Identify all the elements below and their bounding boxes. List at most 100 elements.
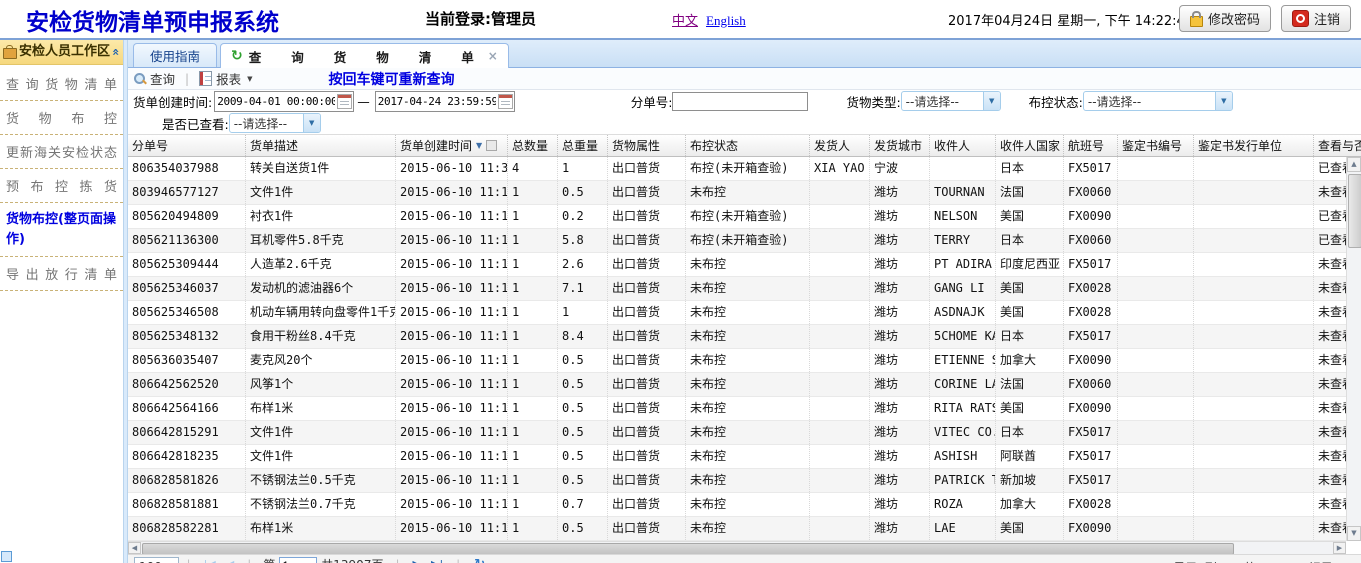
column-header[interactable]: 分单号	[128, 135, 246, 156]
table-cell: ROZA	[930, 493, 996, 516]
next-page-icon[interactable]: ▶	[413, 557, 421, 563]
close-tab-icon[interactable]: ×	[488, 49, 498, 63]
table-cell: ETIENNE ST	[930, 349, 996, 372]
cargo-type-select[interactable]: --请选择-- ▼	[901, 91, 1001, 111]
created-from-input[interactable]	[215, 93, 337, 110]
table-cell: 0.7	[558, 493, 608, 516]
column-header[interactable]: 货单创建时间▼	[396, 135, 508, 156]
column-menu-icon[interactable]	[486, 140, 497, 151]
select-arrow-icon: ▼	[1215, 92, 1232, 110]
column-header[interactable]: 总数量	[508, 135, 558, 156]
vertical-scrollbar[interactable]: ▲ ▼	[1346, 157, 1361, 541]
sidebar-header[interactable]: 安检人员工作区 «	[0, 40, 123, 65]
filter-row-2: 是否已查看: --请选择-- ▼	[128, 112, 1361, 134]
table-row[interactable]: 805625309444人造革2.6千克2015-06-10 11:18:361…	[128, 253, 1361, 277]
table-row[interactable]: 806828582281布样1米2015-06-10 11:18:3610.5出…	[128, 517, 1361, 541]
change-password-button[interactable]: 修改密码	[1179, 5, 1271, 32]
scroll-right-icon[interactable]: ▶	[1333, 542, 1346, 554]
scroll-down-icon[interactable]: ▼	[1347, 526, 1361, 541]
logout-button[interactable]: 注销	[1281, 5, 1351, 32]
table-cell: 出口普货	[608, 445, 686, 468]
query-button[interactable]: 查询	[128, 69, 181, 88]
table-cell	[810, 421, 870, 444]
table-cell: 出口普货	[608, 373, 686, 396]
table-cell: 潍坊	[870, 181, 930, 204]
table-row[interactable]: 806642818235文件1件2015-06-10 11:18:3610.5出…	[128, 445, 1361, 469]
table-row[interactable]: 805625346037发动机的滤油器6个2015-06-10 11:18:36…	[128, 277, 1361, 301]
table-cell: ASDNAJK	[930, 301, 996, 324]
table-row[interactable]: 805636035407麦克风20个2015-06-10 11:18:3610.…	[128, 349, 1361, 373]
table-row[interactable]: 805625348132食用干粉丝8.4千克2015-06-10 11:18:3…	[128, 325, 1361, 349]
sidebar-item[interactable]: 货物布控	[0, 101, 123, 135]
table-cell: 2015-06-10 11:18:36	[396, 229, 508, 252]
column-header-label: 收件人	[934, 137, 970, 154]
scroll-corner-box[interactable]	[1, 551, 12, 562]
column-header-label: 货物属性	[612, 137, 660, 154]
column-header[interactable]: 总重量	[558, 135, 608, 156]
scroll-up-icon[interactable]: ▲	[1347, 157, 1361, 172]
table-cell: 5.8	[558, 229, 608, 252]
sidebar-item[interactable]: 导出放行清单	[0, 257, 123, 291]
column-header[interactable]: 货物属性	[608, 135, 686, 156]
table-row[interactable]: 805621136300耳机零件5.8千克2015-06-10 11:18:36…	[128, 229, 1361, 253]
calendar-icon[interactable]	[337, 94, 352, 109]
first-page-icon[interactable]: |◀	[204, 557, 216, 563]
last-page-icon[interactable]: ▶|	[431, 557, 443, 563]
table-row[interactable]: 806642562520风筝1个2015-06-10 11:18:3610.5出…	[128, 373, 1361, 397]
table-cell: 805625348132	[128, 325, 246, 348]
horizontal-scrollbar[interactable]: ◀ ▶	[128, 541, 1346, 554]
created-to-input[interactable]	[376, 93, 498, 110]
sidebar-item[interactable]: 更新海关安检状态	[0, 135, 123, 169]
table-row[interactable]: 805625346508机动车辆用转向盘零件1千克2015-06-10 11:1…	[128, 301, 1361, 325]
report-button[interactable]: 报表 ▼	[193, 69, 258, 88]
column-header[interactable]: 鉴定书编号	[1118, 135, 1194, 156]
viewed-select[interactable]: --请选择-- ▼	[229, 113, 321, 133]
scroll-left-icon[interactable]: ◀	[128, 542, 141, 554]
page-size-value: 100	[135, 560, 166, 563]
table-row[interactable]: 806828581826不锈钢法兰0.5千克2015-06-10 11:18:3…	[128, 469, 1361, 493]
column-header[interactable]: 航班号	[1064, 135, 1118, 156]
waybill-input[interactable]	[672, 92, 808, 111]
table-row[interactable]: 805620494809衬衣1件2015-06-10 11:18:3610.2出…	[128, 205, 1361, 229]
page-size-select[interactable]: 100 ▼	[134, 557, 179, 563]
page-number-input[interactable]	[279, 557, 317, 563]
vertical-scroll-thumb[interactable]	[1348, 174, 1361, 248]
column-header[interactable]: 发货城市	[870, 135, 930, 156]
sidebar-item[interactable]: 查询货物清单	[0, 67, 123, 101]
column-header[interactable]: 布控状态	[686, 135, 810, 156]
table-row[interactable]: 806828581881不锈钢法兰0.7千克2015-06-10 11:18:3…	[128, 493, 1361, 517]
lang-link-zh[interactable]: 中文	[672, 14, 698, 29]
table-cell: 805621136300	[128, 229, 246, 252]
table-cell: 0.5	[558, 421, 608, 444]
refresh-icon[interactable]: ↻	[474, 557, 485, 563]
column-header[interactable]: 收件人国家	[996, 135, 1064, 156]
table-cell: 0.5	[558, 469, 608, 492]
table-row[interactable]: 806354037988转关自送货1件2015-06-10 11:31:5541…	[128, 157, 1361, 181]
sidebar: 安检人员工作区 « 查询货物清单货物布控更新海关安检状态预布控拣货货物布控(整页…	[0, 40, 123, 563]
table-cell: 美国	[996, 301, 1064, 324]
table-cell: 转关自送货1件	[246, 157, 396, 180]
calendar-icon[interactable]	[498, 94, 513, 109]
column-header[interactable]: 查看与否	[1314, 135, 1361, 156]
sidebar-item[interactable]: 货物布控(整页面操作)	[0, 203, 123, 257]
refresh-tab-icon[interactable]: ↻	[231, 49, 243, 63]
table-cell: 加拿大	[996, 493, 1064, 516]
control-status-select[interactable]: --请选择-- ▼	[1083, 91, 1233, 111]
sidebar-item[interactable]: 预布控拣货	[0, 169, 123, 203]
table-row[interactable]: 803946577127文件1件2015-06-10 11:18:3610.5出…	[128, 181, 1361, 205]
table-row[interactable]: 806642815291文件1件2015-06-10 11:18:3610.5出…	[128, 421, 1361, 445]
table-cell: 耳机零件5.8千克	[246, 229, 396, 252]
column-header[interactable]: 发货人	[810, 135, 870, 156]
tab-query-cargo-list-label: 查询货物清单	[249, 47, 504, 66]
table-row[interactable]: 806642564166布样1米2015-06-10 11:18:3610.5出…	[128, 397, 1361, 421]
prev-page-icon[interactable]: ◀	[226, 557, 234, 563]
table-cell: TOURNAN	[930, 181, 996, 204]
column-header-label: 总重量	[562, 137, 598, 154]
tab-user-guide[interactable]: 使用指南	[133, 43, 217, 67]
tab-query-cargo-list[interactable]: ↻ 查询货物清单 ×	[220, 43, 509, 68]
table-cell: 806828581881	[128, 493, 246, 516]
column-header[interactable]: 货单描述	[246, 135, 396, 156]
lang-link-en[interactable]: English	[706, 13, 746, 28]
column-header[interactable]: 鉴定书发行单位	[1194, 135, 1314, 156]
column-header[interactable]: 收件人	[930, 135, 996, 156]
